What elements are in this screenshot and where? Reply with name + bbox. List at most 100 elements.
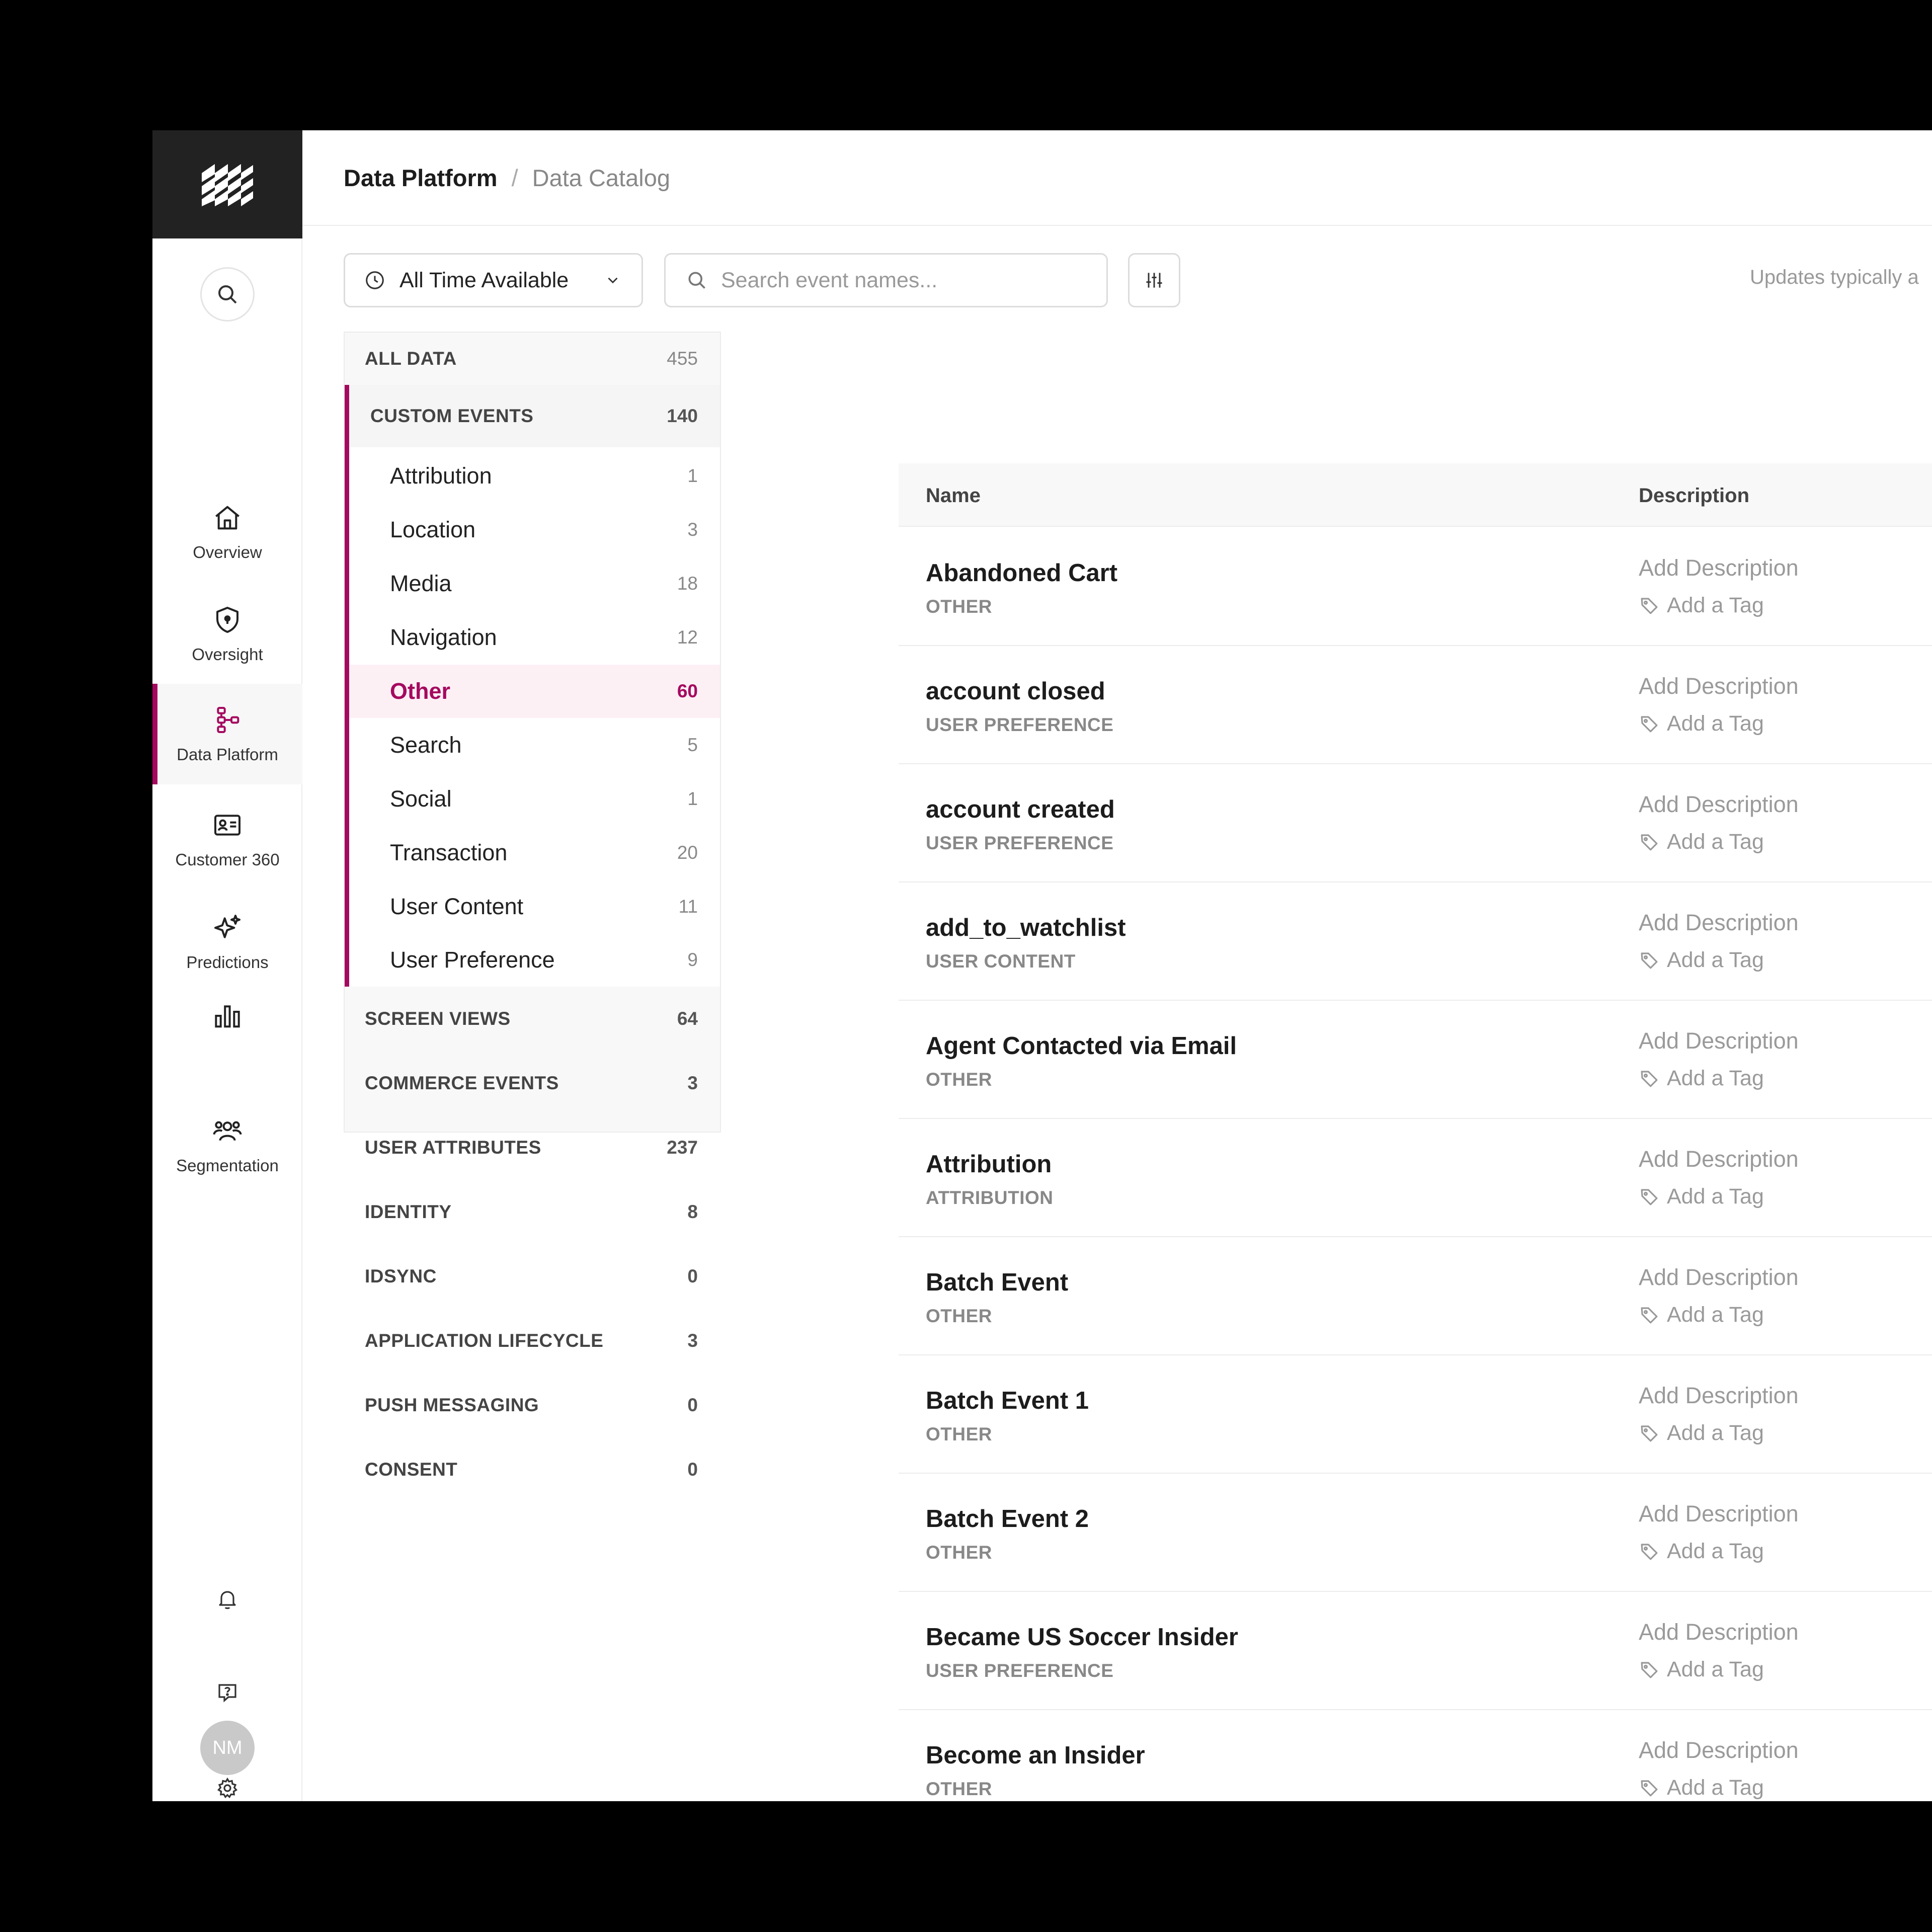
- subcategory-count: 1: [687, 465, 698, 486]
- add-tag-link[interactable]: Add a Tag: [1639, 830, 1764, 854]
- add-tag-link[interactable]: Add a Tag: [1639, 1776, 1764, 1800]
- event-name[interactable]: Batch Event: [926, 1268, 1068, 1297]
- add-description-link[interactable]: Add Description: [1639, 1146, 1799, 1172]
- subcategory-other[interactable]: Other 60: [349, 665, 720, 718]
- table-row[interactable]: Batch Event OTHER Add Description Add a …: [899, 1237, 1932, 1355]
- event-category: USER CONTENT: [926, 951, 1076, 972]
- tag-icon: [1641, 1425, 1658, 1441]
- event-name[interactable]: Become an Insider: [926, 1741, 1145, 1769]
- subcategory-label: Other: [390, 678, 451, 704]
- subcategory-user-preference[interactable]: User Preference 9: [349, 933, 720, 987]
- event-name[interactable]: Became US Soccer Insider: [926, 1623, 1238, 1651]
- add-tag-link[interactable]: Add a Tag: [1639, 1184, 1764, 1209]
- add-tag-link[interactable]: Add a Tag: [1639, 1421, 1764, 1445]
- category-label: CONSENT: [365, 1459, 458, 1480]
- table-row[interactable]: account created USER PREFERENCE Add Desc…: [899, 764, 1932, 882]
- category-consent[interactable]: CONSENT 0: [345, 1437, 720, 1502]
- add-tag-label: Add a Tag: [1667, 1657, 1764, 1681]
- table-row[interactable]: Became US Soccer Insider USER PREFERENCE…: [899, 1592, 1932, 1710]
- subcategory-label: Navigation: [390, 624, 497, 650]
- add-tag-link[interactable]: Add a Tag: [1639, 711, 1764, 736]
- breadcrumb-root[interactable]: Data Platform: [344, 164, 498, 192]
- add-description-link[interactable]: Add Description: [1639, 910, 1799, 936]
- category-count: 455: [667, 348, 698, 369]
- event-name[interactable]: Agent Contacted via Email: [926, 1032, 1237, 1060]
- add-description-link[interactable]: Add Description: [1639, 1028, 1799, 1054]
- event-name[interactable]: add_to_watchlist: [926, 914, 1126, 942]
- table-row[interactable]: account closed USER PREFERENCE Add Descr…: [899, 646, 1932, 764]
- subcategory-social[interactable]: Social 1: [349, 772, 720, 826]
- subcategory-navigation[interactable]: Navigation 12: [349, 611, 720, 664]
- add-description-link[interactable]: Add Description: [1639, 1619, 1799, 1645]
- table-row[interactable]: Become an Insider OTHER Add Description …: [899, 1710, 1932, 1801]
- add-tag-link[interactable]: Add a Tag: [1639, 1303, 1764, 1327]
- time-range-dropdown[interactable]: All Time Available: [344, 253, 643, 307]
- add-description-link[interactable]: Add Description: [1639, 555, 1799, 581]
- subcategory-search[interactable]: Search 5: [349, 718, 720, 772]
- table-row[interactable]: Attribution ATTRIBUTION Add Description …: [899, 1119, 1932, 1237]
- category-commerce-events[interactable]: COMMERCE EVENTS 3: [345, 1051, 720, 1115]
- home-icon: [215, 506, 239, 529]
- nav-item-overview[interactable]: Overview: [152, 485, 302, 578]
- add-tag-link[interactable]: Add a Tag: [1639, 1657, 1764, 1682]
- table-row[interactable]: Abandoned Cart OTHER Add Description Add…: [899, 528, 1932, 646]
- event-name[interactable]: account closed: [926, 677, 1105, 705]
- add-description-link[interactable]: Add Description: [1639, 791, 1799, 818]
- table-row[interactable]: Batch Event 1 OTHER Add Description Add …: [899, 1355, 1932, 1474]
- subcategory-media[interactable]: Media 18: [349, 557, 720, 610]
- category-push-messaging[interactable]: PUSH MESSAGING 0: [345, 1373, 720, 1437]
- event-name[interactable]: Abandoned Cart: [926, 559, 1117, 587]
- table-row[interactable]: add_to_watchlist USER CONTENT Add Descri…: [899, 882, 1932, 1001]
- event-search-input[interactable]: [721, 268, 1093, 293]
- notifications-button[interactable]: [152, 1576, 302, 1622]
- subcategory-attribution[interactable]: Attribution 1: [349, 449, 720, 503]
- add-description-link[interactable]: Add Description: [1639, 1264, 1799, 1291]
- category-count: 0: [687, 1395, 698, 1415]
- category-user-attributes[interactable]: USER ATTRIBUTES 237: [345, 1115, 720, 1180]
- category-screen-views[interactable]: SCREEN VIEWS 64: [345, 987, 720, 1051]
- add-description-link[interactable]: Add Description: [1639, 673, 1799, 699]
- event-name[interactable]: Batch Event 1: [926, 1387, 1089, 1415]
- category-label: PUSH MESSAGING: [365, 1395, 539, 1415]
- category-idsync[interactable]: IDSYNC 0: [345, 1244, 720, 1309]
- filter-settings-button[interactable]: [1128, 253, 1180, 307]
- category-identity[interactable]: IDENTITY 8: [345, 1180, 720, 1244]
- event-name[interactable]: Batch Event 2: [926, 1505, 1089, 1533]
- add-description-link[interactable]: Add Description: [1639, 1737, 1799, 1763]
- tag-icon: [1641, 1188, 1658, 1205]
- nav-item-segmentation[interactable]: Segmentation: [152, 1098, 302, 1191]
- event-name[interactable]: account created: [926, 795, 1115, 824]
- column-header-description: Description: [1639, 485, 1750, 507]
- avatar[interactable]: NM: [200, 1721, 255, 1775]
- subcategory-location[interactable]: Location 3: [349, 503, 720, 556]
- add-tag-link[interactable]: Add a Tag: [1639, 593, 1764, 618]
- table-row[interactable]: Agent Contacted via Email OTHER Add Desc…: [899, 1001, 1932, 1119]
- subcategory-user-content[interactable]: User Content 11: [349, 880, 720, 933]
- global-search-button[interactable]: [200, 267, 255, 321]
- app-window: Overview Oversight Data Platform Custome…: [152, 130, 1932, 1801]
- time-range-label: All Time Available: [399, 268, 569, 292]
- column-header-name[interactable]: Name: [926, 485, 981, 507]
- nav-item-oversight[interactable]: Oversight: [152, 587, 302, 680]
- event-name[interactable]: Attribution: [926, 1150, 1052, 1178]
- nav-item-predictions[interactable]: Predictions: [152, 895, 302, 988]
- add-tag-link[interactable]: Add a Tag: [1639, 1066, 1764, 1091]
- add-tag-link[interactable]: Add a Tag: [1639, 1539, 1764, 1564]
- category-all-data[interactable]: ALL DATA 455: [345, 333, 720, 385]
- logo[interactable]: [152, 130, 302, 238]
- nav-item-customer-360[interactable]: Customer 360: [152, 792, 302, 886]
- add-description-link[interactable]: Add Description: [1639, 1501, 1799, 1527]
- subcategory-label: Media: [390, 571, 452, 596]
- nav-item-data-platform[interactable]: Data Platform: [152, 684, 302, 784]
- sparkle-icon: [214, 914, 240, 938]
- category-application-lifecycle[interactable]: APPLICATION LIFECYCLE 3: [345, 1309, 720, 1373]
- category-count: 3: [687, 1073, 698, 1093]
- add-description-link[interactable]: Add Description: [1639, 1383, 1799, 1409]
- nav-item-analytics[interactable]: [152, 981, 302, 1051]
- subcategory-transaction[interactable]: Transaction 20: [349, 826, 720, 879]
- table-row[interactable]: Batch Event 2 OTHER Add Description Add …: [899, 1474, 1932, 1592]
- subcategory-label: Attribution: [390, 463, 492, 489]
- add-tag-link[interactable]: Add a Tag: [1639, 948, 1764, 973]
- category-custom-events[interactable]: CUSTOM EVENTS 140: [349, 385, 720, 447]
- help-button[interactable]: [152, 1670, 302, 1715]
